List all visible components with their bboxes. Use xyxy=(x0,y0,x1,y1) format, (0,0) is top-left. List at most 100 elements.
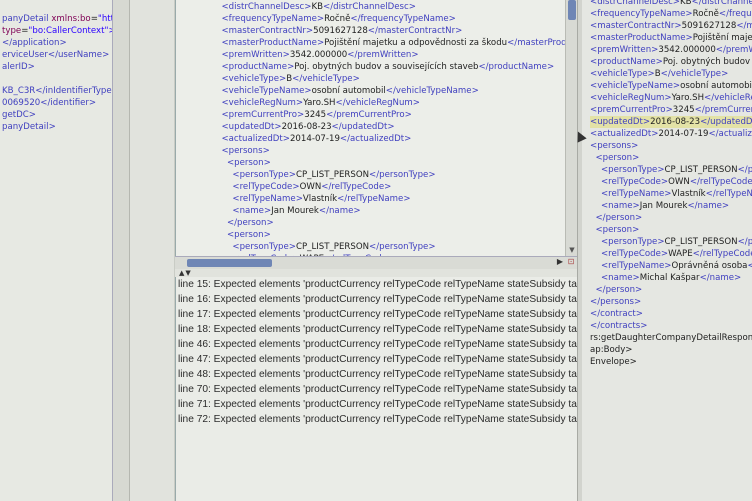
right-xml-line: <productName>Poj. obytných budov a souvi… xyxy=(590,57,751,67)
right-xml-line: <frequencyTypeName>Ročně</frequencyTypeN… xyxy=(590,9,752,19)
left-xml-line: getDC> xyxy=(2,109,112,121)
left-xml-pre: KB_C3R</inIdentifierType> xyxy=(2,86,113,96)
left-xml-line xyxy=(2,73,112,85)
pane-splitter[interactable]: ▲▼ xyxy=(175,269,577,277)
center-xml-line: <personType>CP_LIST_PERSON</personType> xyxy=(232,170,436,180)
problem-row[interactable]: line 48: Expected elements 'productCurre… xyxy=(176,367,578,382)
center-gutter xyxy=(130,0,174,501)
center-xml-line: <productName>Poj. obytných budov a souvi… xyxy=(221,62,555,72)
highlighted-xml-line: <updatedDt>2016-08-23</updatedDt> xyxy=(590,116,752,128)
left-xml-line: erviceUser</userName> xyxy=(2,49,112,61)
right-xml-line: <masterProductName>Pojištění majetku a o… xyxy=(590,33,752,43)
right-xml-editor[interactable]: <distrChannelDesc>KB</distrChannelDesc> <… xyxy=(582,0,752,501)
right-xml-line: </contract> xyxy=(590,309,643,319)
right-xml-line: <relTypeName>Oprávněná osoba</relTypeNam… xyxy=(600,261,752,271)
center-xml-line: <vehicleRegNum>Yaro.SH</vehicleRegNum> xyxy=(221,98,420,108)
left-xml-pre: </application> xyxy=(2,38,67,48)
center-xml-text: <distrChannelDesc>KB</distrChannelDesc> … xyxy=(176,0,578,256)
problem-row[interactable]: line 18: Expected elements 'productCurre… xyxy=(176,322,578,337)
left-xml-line: 0069520</identifier> xyxy=(2,97,112,109)
right-xml-line: </persons> xyxy=(590,297,642,307)
left-xml-attr: type xyxy=(2,26,22,36)
left-xml-editor[interactable]: panyDetail xmlns:bo="http://type="bo:Cal… xyxy=(0,0,113,501)
left-xml-pre: panyDetail> xyxy=(2,122,56,132)
right-xml-line: <relTypeName>Vlastník</relTypeName> xyxy=(600,189,752,199)
right-xml-line: rs:getDaughterCompanyDetailResponse> xyxy=(590,333,752,343)
center-xml-line: <vehicleTypeName>osobní automobil</vehic… xyxy=(221,86,479,96)
problem-row[interactable]: line 70: Expected elements 'productCurre… xyxy=(176,382,578,397)
problem-row[interactable]: line 17: Expected elements 'productCurre… xyxy=(176,307,578,322)
right-xml-line: <name>Michal Kašpar</name> xyxy=(600,273,742,283)
left-xml-pre: erviceUser</userName> xyxy=(2,50,110,60)
left-gutter xyxy=(113,0,130,501)
right-xml-line: <persons> xyxy=(590,141,639,151)
center-xml-editor[interactable]: <distrChannelDesc>KB</distrChannelDesc> … xyxy=(175,0,578,256)
center-xml-line: <distrChannelDesc>KB</distrChannelDesc> xyxy=(221,2,416,12)
horizontal-scroll-thumb[interactable] xyxy=(187,259,272,267)
center-xml-line: <name>Jan Mourek</name> xyxy=(232,206,361,216)
corner-icon: ⊡ xyxy=(567,257,575,266)
left-xml-line: panyDetail xmlns:bo="http:// xyxy=(2,13,112,25)
center-xml-line: <relTypeName>Vlastník</relTypeName> xyxy=(232,194,411,204)
left-xml-line: </application> xyxy=(2,37,112,49)
splitter-arrows-icon[interactable]: ▲▼ xyxy=(179,269,192,277)
problem-row[interactable]: line 46: Expected elements 'productCurre… xyxy=(176,337,578,352)
right-xml-line: ap:Body> xyxy=(590,345,633,355)
problems-list[interactable]: line 15: Expected elements 'productCurre… xyxy=(175,277,578,501)
center-xml-line: <actualizedDt>2014-07-19</actualizedDt> xyxy=(221,134,412,144)
center-xml-line: <premCurrentPro>3245</premCurrentPro> xyxy=(221,110,412,120)
right-xml-line: </person> xyxy=(595,285,643,295)
left-xml-line: type="bo:CallerContext"> xyxy=(2,25,112,37)
right-xml-line: </person> xyxy=(595,213,643,223)
left-xml-line: KB_C3R</inIdentifierType> xyxy=(2,85,112,97)
center-xml-line: <persons> xyxy=(221,146,270,156)
left-xml-val: "bo:CallerContext"> xyxy=(28,26,113,36)
center-xml-line: <masterProductName>Pojištění majetku a o… xyxy=(221,38,578,48)
right-xml-line: <relTypeCode>OWN</relTypeCode> xyxy=(600,177,752,187)
right-xml-line: Envelope> xyxy=(590,357,637,367)
left-xml-pre: alerID> xyxy=(2,62,35,72)
center-xml-line: <person> xyxy=(226,158,271,168)
center-xml-line: <masterContractNr>5091627128</masterCont… xyxy=(221,26,463,36)
scroll-right-arrow-icon[interactable]: ▶ xyxy=(557,257,563,266)
problem-row[interactable]: line 71: Expected elements 'productCurre… xyxy=(176,397,578,412)
right-xml-line: <person> xyxy=(595,153,640,163)
center-xml-line: </person> xyxy=(226,218,274,228)
vertical-scroll-thumb[interactable] xyxy=(568,0,576,20)
right-xml-line: <premCurrentPro>3245</premCurrentPro> xyxy=(590,105,752,115)
center-xml-line: <relTypeCode>OWN</relTypeCode> xyxy=(232,182,392,192)
right-xml-line: <relTypeCode>WAPE</relTypeCode> xyxy=(600,249,752,259)
left-xml-text: panyDetail xmlns:bo="http://type="bo:Cal… xyxy=(0,0,112,133)
right-xml-line: <personType>CP_LIST_PERSON</personType> xyxy=(600,165,752,175)
right-xml-line: <vehicleRegNum>Yaro.SH</vehicleRegNum> xyxy=(590,93,752,103)
left-xml-pre: panyDetail xyxy=(2,14,52,24)
right-xml-line: <vehicleTypeName>osobní automobil</vehic… xyxy=(590,81,752,91)
left-xml-line: alerID> xyxy=(2,61,112,73)
right-xml-line: <vehicleType>B</vehicleType> xyxy=(590,69,729,79)
right-xml-text: <distrChannelDesc>KB</distrChannelDesc> <… xyxy=(582,0,752,368)
right-xml-line: <actualizedDt>2014-07-19</actualizedDt> xyxy=(590,129,752,139)
problem-row[interactable]: line 72: Expected elements 'productCurre… xyxy=(176,412,578,427)
center-xml-line: <vehicleType>B</vehicleType> xyxy=(221,74,360,84)
right-xml-line: <name>Jan Mourek</name> xyxy=(600,201,730,211)
horizontal-scrollbar[interactable]: ▶ ⊡ xyxy=(175,256,577,270)
right-xml-line: <distrChannelDesc>KB</distrChannelDesc> xyxy=(590,0,752,7)
left-xml-pre: getDC> xyxy=(2,110,36,120)
left-xml-val: "http:// xyxy=(97,14,113,24)
problem-row[interactable]: line 15: Expected elements 'productCurre… xyxy=(176,277,578,292)
right-xml-line: <personType>CP_LIST_PERSON</personType> xyxy=(600,237,752,247)
right-xml-line: <masterContractNr>5091627128</masterCont… xyxy=(590,21,752,31)
right-xml-line: <person> xyxy=(595,225,640,235)
right-xml-line: <premWritten>3542.000000</premWritten> xyxy=(590,45,752,55)
problem-row[interactable]: line 16: Expected elements 'productCurre… xyxy=(176,292,578,307)
center-xml-line: <updatedDt>2016-08-23</updatedDt> xyxy=(221,122,395,132)
left-xml-line: panyDetail> xyxy=(2,121,112,133)
center-xml-line: <premWritten>3542.000000</premWritten> xyxy=(221,50,419,60)
left-xml-eq: = xyxy=(90,14,98,24)
center-xml-line: <personType>CP_LIST_PERSON</personType> xyxy=(232,242,436,252)
center-xml-line: <person> xyxy=(226,230,271,240)
right-xml-line: </contracts> xyxy=(590,321,648,331)
left-xml-pre: 0069520</identifier> xyxy=(2,98,97,108)
left-xml-attr: xmlns:bo xyxy=(51,14,91,24)
problem-row[interactable]: line 47: Expected elements 'productCurre… xyxy=(176,352,578,367)
